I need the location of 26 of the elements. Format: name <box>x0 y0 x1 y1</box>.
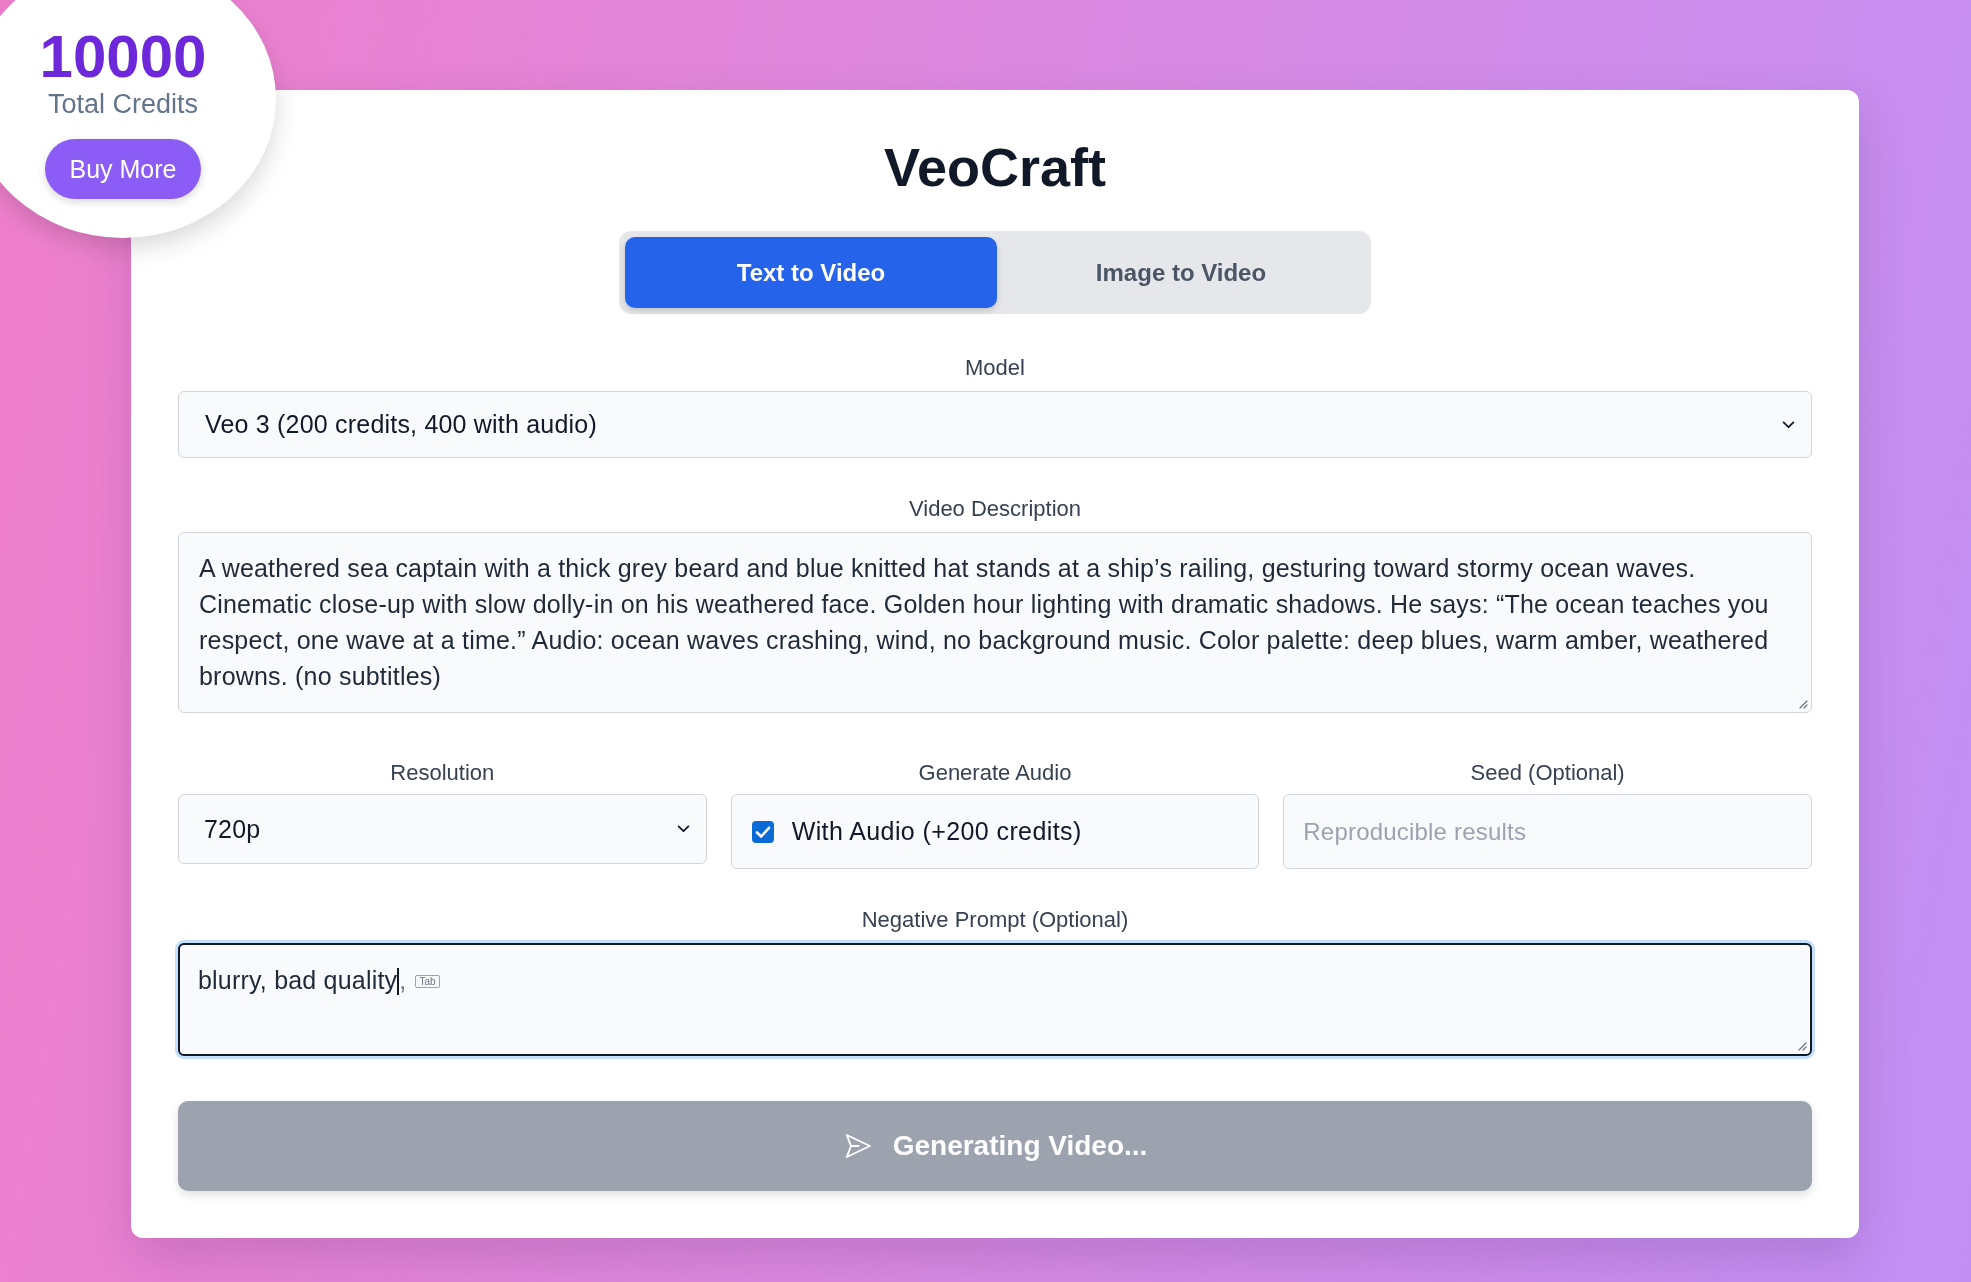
field-label: Negative Prompt (Optional) <box>861 907 1129 933</box>
chevron-down-icon <box>676 825 690 833</box>
mode-tab[interactable]: Image to Video <box>997 237 1365 308</box>
mode-tab[interactable]: Text to Video <box>625 237 997 308</box>
model-select[interactable]: Veo 3 (200 credits, 400 with audio) <box>178 391 1812 458</box>
app-title: VeoCraft <box>883 136 1107 198</box>
negative-prompt-textarea[interactable]: blurry, bad quality, Tab <box>178 943 1812 1056</box>
resize-handle-icon[interactable] <box>1797 1041 1807 1051</box>
resize-handle-icon[interactable] <box>1798 699 1808 709</box>
field-label: Generate Audio <box>918 760 1072 786</box>
field-label: Video Description <box>909 496 1081 522</box>
field-label: Seed (Optional) <box>1470 760 1625 786</box>
checkbox-label[interactable]: With Audio (+200 credits) <box>791 817 1082 846</box>
field-label: Resolution <box>390 760 495 786</box>
description-textarea[interactable]: A weathered sea captain with a thick grey beard and blue knitted hat stands at a ship’s railing, gesturing toward stormy ocean waves. Cinematic close-up with slow dolly-in on his weathered face. Golden hour lighting with dramatic shadows. He says: “The ocean teaches you respect, one wave at a time.” Audio: ocean waves crashing, wind, no background music. Color palette: deep blues, warm amber, weathered browns. (no subtitles) <box>178 532 1812 713</box>
seed-input[interactable]: Reproducible results <box>1283 794 1812 869</box>
text-cursor <box>397 968 400 995</box>
credits-amount: 10000 <box>39 26 207 88</box>
field-label: Model <box>965 355 1025 381</box>
credits-label: Total Credits <box>47 88 199 120</box>
checkbox[interactable] <box>751 820 774 843</box>
resolution-select[interactable]: 720p <box>178 794 707 864</box>
tab-key-hint: Tab <box>415 975 440 988</box>
autocomplete-suggestion: , <box>399 966 407 994</box>
buy-more-button[interactable]: Buy More <box>44 139 202 199</box>
chevron-down-icon <box>1782 420 1795 429</box>
